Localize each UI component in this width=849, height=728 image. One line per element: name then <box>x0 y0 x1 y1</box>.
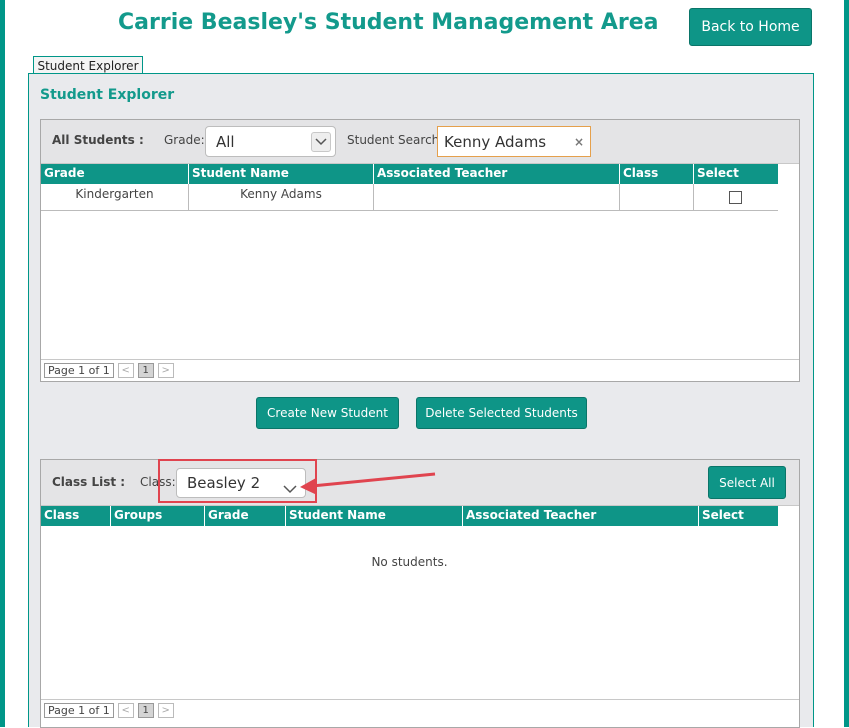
cell-grade: Kindergarten <box>41 184 189 211</box>
select-student-checkbox[interactable] <box>729 191 742 204</box>
previous-page-button[interactable]: < <box>117 363 134 378</box>
cell-associated-teacher <box>374 184 620 211</box>
grade-dropdown[interactable]: All <box>205 126 336 157</box>
current-page-button[interactable]: 1 <box>137 703 154 718</box>
column-header-associated-teacher[interactable]: Associated Teacher <box>463 506 699 526</box>
student-table-header: Grade Student Name Associated Teacher Cl… <box>41 164 778 184</box>
column-header-grade[interactable]: Grade <box>41 164 189 184</box>
column-header-select[interactable]: Select <box>694 164 778 184</box>
cell-select <box>694 184 778 211</box>
app-window: Carrie Beasley's Student Management Area… <box>0 0 849 728</box>
column-header-class[interactable]: Class <box>41 506 111 526</box>
chevron-down-icon <box>311 132 331 152</box>
page-indicator: Page 1 of 1 <box>44 363 114 378</box>
column-header-class[interactable]: Class <box>620 164 694 184</box>
next-page-button[interactable]: > <box>157 363 174 378</box>
column-header-grade[interactable]: Grade <box>205 506 286 526</box>
page-title: Carrie Beasley's Student Management Area <box>118 10 659 35</box>
grade-dropdown-value: All <box>216 132 235 151</box>
grade-label: Grade: <box>164 133 205 147</box>
tab-student-explorer[interactable]: Student Explorer <box>33 56 143 74</box>
explorer-pager: Page 1 of 1 < 1 > <box>44 363 174 378</box>
left-frame-border <box>0 0 5 727</box>
create-new-student-button[interactable]: Create New Student <box>256 397 399 429</box>
student-explorer-panel: Student Explorer All Students : Grade: A… <box>28 73 814 728</box>
next-page-button[interactable]: > <box>157 703 174 718</box>
panel-title: Student Explorer <box>40 87 175 103</box>
delete-selected-students-button[interactable]: Delete Selected Students <box>416 397 587 429</box>
class-pager: Page 1 of 1 < 1 > <box>44 703 174 718</box>
student-search-label: Student Search: <box>347 133 444 147</box>
column-header-select[interactable]: Select <box>699 506 778 526</box>
explorer-pager-bar: Page 1 of 1 < 1 > <box>41 359 799 381</box>
all-students-toolbar: All Students : Grade: All Student Search… <box>41 120 799 164</box>
annotation-arrow-icon <box>300 472 436 495</box>
all-students-box: All Students : Grade: All Student Search… <box>40 119 800 382</box>
cell-class <box>620 184 694 211</box>
page-indicator: Page 1 of 1 <box>44 703 114 718</box>
column-header-student-name[interactable]: Student Name <box>189 164 374 184</box>
previous-page-button[interactable]: < <box>117 703 134 718</box>
cell-student-name: Kenny Adams <box>189 184 374 211</box>
all-students-label: All Students : <box>52 133 144 147</box>
student-search-value: Kenny Adams <box>444 132 547 151</box>
column-header-student-name[interactable]: Student Name <box>286 506 463 526</box>
empty-state-message: No students. <box>371 555 448 569</box>
column-header-associated-teacher[interactable]: Associated Teacher <box>374 164 620 184</box>
table-row[interactable]: Kindergarten Kenny Adams <box>41 184 778 211</box>
clear-search-icon[interactable]: × <box>574 135 584 149</box>
class-list-label: Class List : <box>52 475 126 489</box>
column-header-groups[interactable]: Groups <box>111 506 205 526</box>
select-all-button[interactable]: Select All <box>708 466 786 499</box>
back-to-home-button[interactable]: Back to Home <box>689 8 812 46</box>
right-frame-border <box>844 0 849 727</box>
class-pager-bar: Page 1 of 1 < 1 > <box>41 699 799 721</box>
student-search-input[interactable]: Kenny Adams × <box>437 126 591 157</box>
class-table-header: Class Groups Grade Student Name Associat… <box>41 506 778 526</box>
current-page-button[interactable]: 1 <box>137 363 154 378</box>
